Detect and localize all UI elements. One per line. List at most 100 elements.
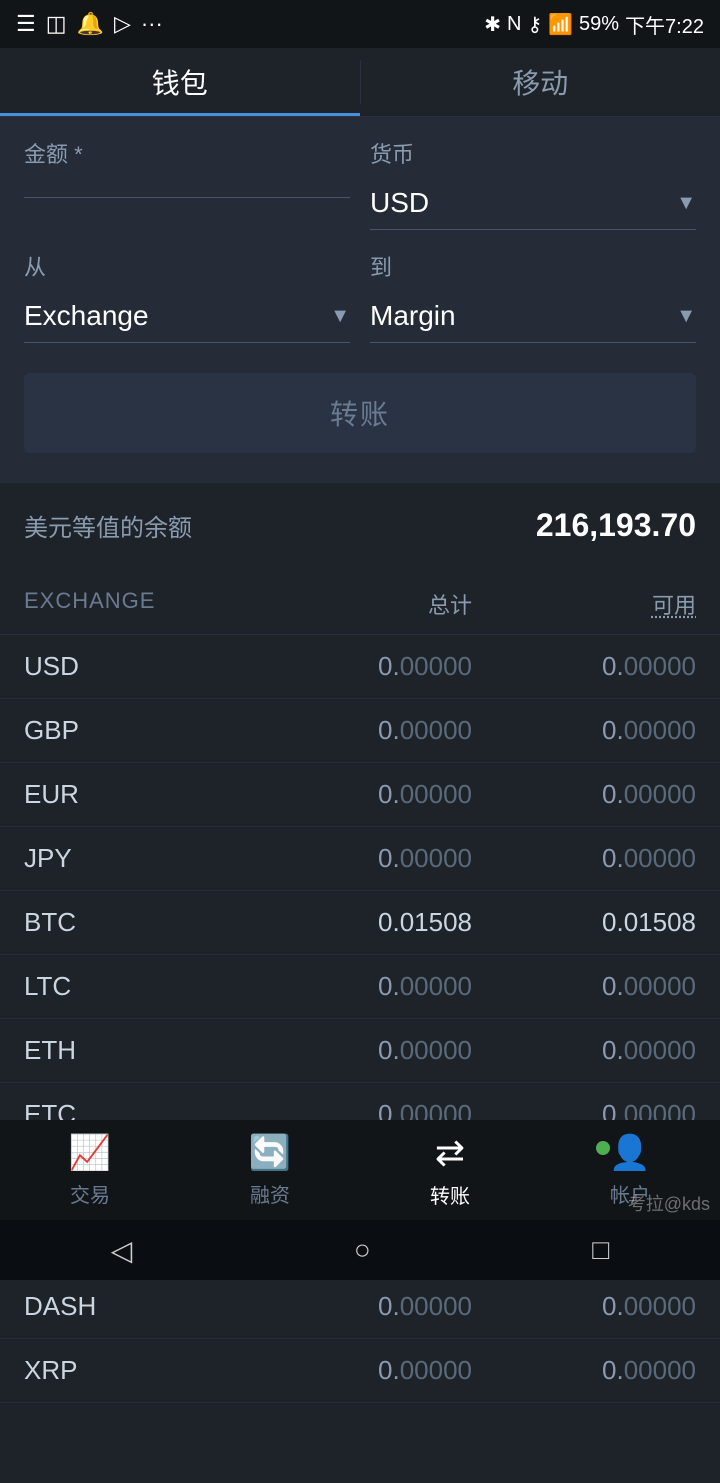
chevron-down-icon-to: ▼	[676, 305, 696, 328]
chevron-down-icon-from: ▼	[330, 305, 350, 328]
currency-field: 货币 USD ▼	[370, 137, 696, 230]
signal-icon: 📶	[548, 12, 573, 37]
chevron-down-icon: ▼	[676, 192, 696, 215]
status-bar: ☰ ◫ 🔔 ▷ ··· ✱ N ⚷ 📶 59% 下午7:22	[0, 0, 720, 48]
currency-select[interactable]: USD ▼	[370, 177, 696, 230]
status-left: ☰ ◫ 🔔 ▷ ···	[16, 11, 163, 37]
back-button[interactable]: ◁	[111, 1234, 133, 1267]
table-row: ETH 0.00000 0.00000	[0, 1019, 720, 1083]
nfc-icon: N	[507, 13, 521, 36]
total-value: 0.00000	[248, 715, 472, 746]
status-right: ✱ N ⚷ 📶 59% 下午7:22	[484, 10, 704, 39]
table-body: USD 0.00000 0.00000 GBP 0.00000 0.00000 …	[0, 635, 720, 1403]
table-row: GBP 0.00000 0.00000	[0, 699, 720, 763]
table-row: XRP 0.00000 0.00000	[0, 1339, 720, 1403]
balance-label: 美元等值的余额	[24, 508, 192, 543]
table-row: USD 0.00000 0.00000	[0, 635, 720, 699]
dots-icon: ···	[141, 11, 163, 37]
menu-icon: ☰	[16, 11, 36, 37]
bluetooth-icon: ✱	[484, 12, 501, 37]
available-value: 0.00000	[472, 1355, 696, 1386]
exchange-table: EXCHANGE 总计 可用 USD 0.00000 0.00000 GBP 0…	[0, 574, 720, 1483]
currency-name: GBP	[24, 715, 248, 746]
wallet-icon: ◫	[46, 11, 67, 37]
available-value: 0.00000	[472, 1291, 696, 1322]
amount-currency-row: 金额 * 货币 USD ▼	[24, 137, 696, 230]
recents-button[interactable]: □	[592, 1234, 609, 1266]
table-row: EUR 0.00000 0.00000	[0, 763, 720, 827]
transfer-form: 金额 * 货币 USD ▼ 从 Exchange ▼ 到 Margin ▼	[0, 117, 720, 483]
battery-label: 59%	[579, 13, 619, 36]
amount-input[interactable]	[24, 177, 350, 198]
currency-name: EUR	[24, 779, 248, 810]
tab-move[interactable]: 移动	[361, 48, 720, 116]
table-row: JPY 0.00000 0.00000	[0, 827, 720, 891]
total-value: 0.01508	[248, 907, 472, 938]
account-icon: 👤	[609, 1133, 651, 1173]
nav-label-finance: 融资	[250, 1179, 290, 1208]
from-select[interactable]: Exchange ▼	[24, 290, 350, 343]
table-row: LTC 0.00000 0.00000	[0, 955, 720, 1019]
total-value: 0.00000	[248, 651, 472, 682]
nav-item-trade[interactable]: 📈 交易	[0, 1133, 180, 1208]
available-value: 0.00000	[472, 779, 696, 810]
from-value: Exchange	[24, 300, 149, 332]
total-value: 0.00000	[248, 1035, 472, 1066]
watermark: 考拉@kds	[628, 1190, 710, 1216]
available-value: 0.00000	[472, 843, 696, 874]
to-select[interactable]: Margin ▼	[370, 290, 696, 343]
currency-name: USD	[24, 651, 248, 682]
online-indicator	[596, 1141, 610, 1155]
from-field: 从 Exchange ▼	[24, 250, 350, 343]
transfer-button[interactable]: 转账	[24, 373, 696, 453]
tab-wallet[interactable]: 钱包	[0, 48, 360, 116]
bottom-nav: 📈 交易 🔄 融资 ⇄ 转账 👤 帐户	[0, 1120, 720, 1220]
nav-item-finance[interactable]: 🔄 融资	[180, 1133, 360, 1208]
trade-icon: 📈	[69, 1133, 111, 1173]
from-to-row: 从 Exchange ▼ 到 Margin ▼	[24, 250, 696, 343]
balance-section: 美元等值的余额 216,193.70	[0, 483, 720, 574]
col-header-exchange: EXCHANGE	[24, 588, 248, 620]
available-value: 0.00000	[472, 715, 696, 746]
total-value: 0.00000	[248, 843, 472, 874]
currency-name: JPY	[24, 843, 248, 874]
send-icon: ▷	[114, 11, 131, 37]
table-header: EXCHANGE 总计 可用	[0, 574, 720, 635]
nav-item-transfer[interactable]: ⇄ 转账	[360, 1132, 540, 1209]
total-value: 0.00000	[248, 1291, 472, 1322]
table-row: DASH 0.00000 0.00000	[0, 1275, 720, 1339]
currency-name: DASH	[24, 1291, 248, 1322]
balance-value: 216,193.70	[536, 507, 696, 544]
currency-name: XRP	[24, 1355, 248, 1386]
time-label: 下午7:22	[625, 10, 704, 39]
system-nav: ◁ ○ □	[0, 1220, 720, 1280]
to-value: Margin	[370, 300, 456, 332]
currency-name: ETH	[24, 1035, 248, 1066]
currency-value: USD	[370, 187, 429, 219]
to-field: 到 Margin ▼	[370, 250, 696, 343]
bell-icon: 🔔	[77, 11, 104, 37]
currency-name: LTC	[24, 971, 248, 1002]
available-value: 0.01508	[472, 907, 696, 938]
currency-name: BTC	[24, 907, 248, 938]
currency-label: 货币	[370, 137, 696, 169]
to-label: 到	[370, 250, 696, 282]
nav-label-transfer: 转账	[430, 1180, 470, 1209]
total-value: 0.00000	[248, 1355, 472, 1386]
amount-field: 金额 *	[24, 137, 350, 230]
from-label: 从	[24, 250, 350, 282]
col-header-total: 总计	[248, 588, 472, 620]
available-value: 0.00000	[472, 1035, 696, 1066]
available-value: 0.00000	[472, 971, 696, 1002]
home-button[interactable]: ○	[354, 1234, 371, 1266]
key-icon: ⚷	[527, 12, 542, 37]
total-value: 0.00000	[248, 779, 472, 810]
transfer-icon: ⇄	[435, 1132, 465, 1174]
total-value: 0.00000	[248, 971, 472, 1002]
table-row: BTC 0.01508 0.01508	[0, 891, 720, 955]
top-tab-bar: 钱包 移动	[0, 48, 720, 117]
available-value: 0.00000	[472, 651, 696, 682]
col-header-available: 可用	[472, 588, 696, 620]
finance-icon: 🔄	[249, 1133, 291, 1173]
balance-row: 美元等值的余额 216,193.70	[24, 507, 696, 544]
